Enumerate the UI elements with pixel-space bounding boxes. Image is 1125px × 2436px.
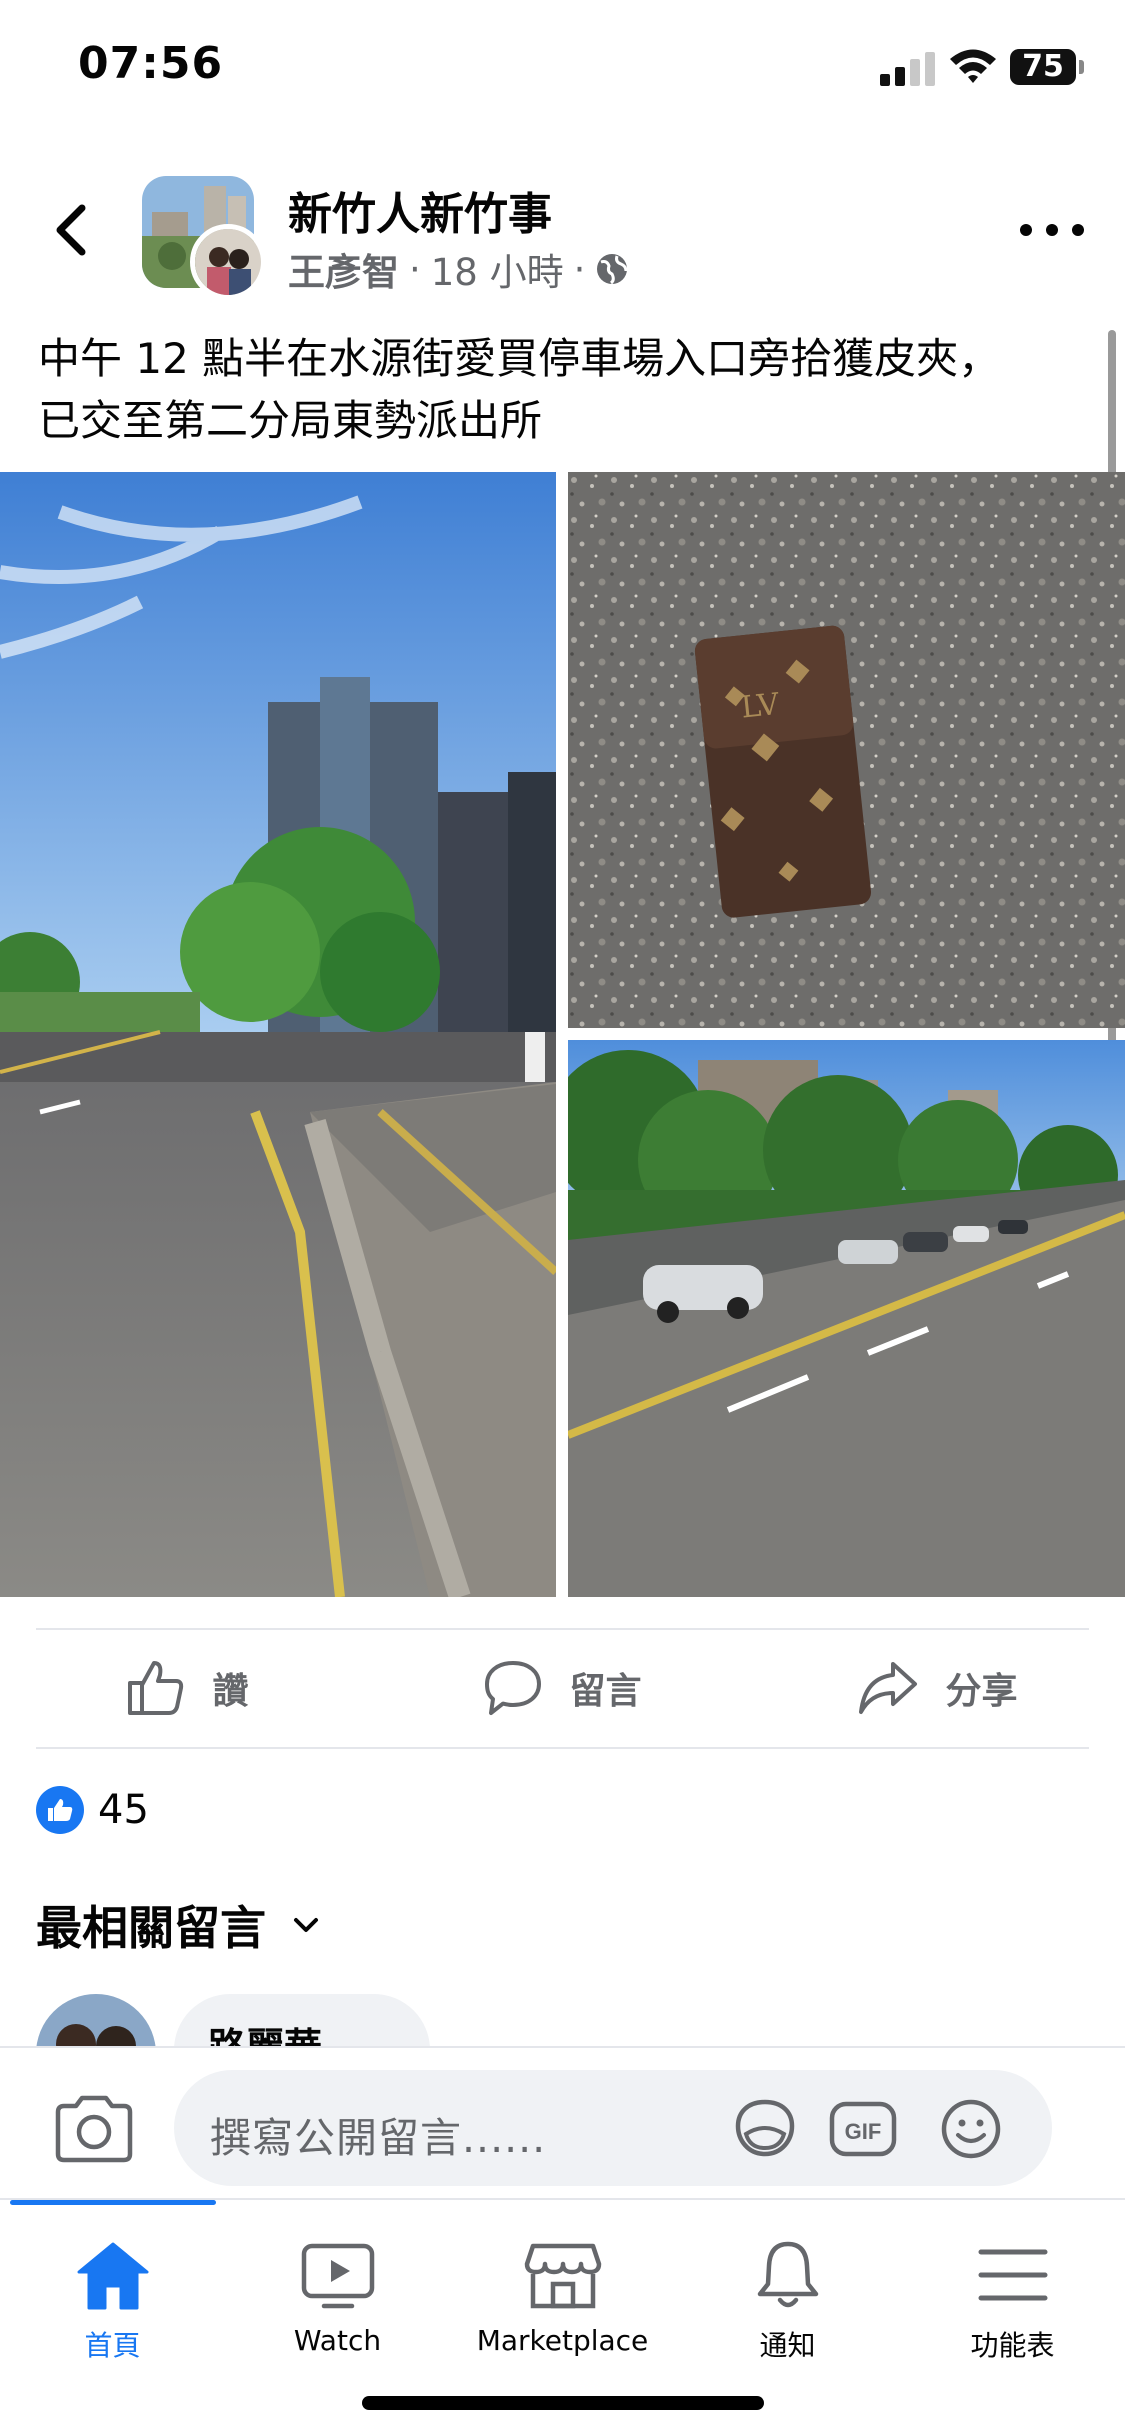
share-icon [859,1662,918,1714]
dot [1020,224,1032,236]
comment-input[interactable]: 撰寫公開留言...... GIF [174,2070,1052,2186]
divider [36,1628,1089,1630]
comment-composer: 撰寫公開留言...... GIF [0,2046,1125,2196]
share-button[interactable]: 分享 [750,1632,1125,1744]
marketplace-icon [524,2243,601,2309]
author-avatar[interactable] [190,224,266,300]
home-icon [77,2242,148,2310]
reaction-count: 45 [98,1787,149,1833]
thumbs-up-icon [128,1661,184,1715]
tab-label: 通知 [759,2329,816,2362]
post-photo-road[interactable] [568,1040,1125,1597]
group-name[interactable]: 新竹人新竹事 [288,178,552,242]
tab-marketplace[interactable]: Marketplace [450,2238,675,2388]
comment-item[interactable]: 路麗華 [36,1990,1096,2046]
camera-icon[interactable] [52,2092,136,2164]
comment-icon [485,1661,542,1715]
meta-separator: · [573,247,586,291]
dot [1072,224,1084,236]
comment-filter-dropdown[interactable]: 最相關留言 [36,1892,320,1958]
reaction-summary[interactable]: 45 [36,1786,149,1834]
comment-label: 留言 [569,1671,642,1712]
post-meta: 王彥智 · 18 小時 · [288,242,629,296]
active-tab-indicator [10,2200,216,2205]
chevron-left-icon [56,204,86,256]
like-button[interactable]: 讚 [0,1632,375,1744]
svg-text:LV: LV [739,687,782,726]
bell-icon [757,2241,818,2308]
comment-filter-label: 最相關留言 [36,1901,266,1955]
like-reaction-icon [36,1786,84,1834]
home-indicator[interactable] [362,2396,764,2410]
more-options-button[interactable] [1020,210,1084,250]
battery-indicator: 75 [1010,49,1084,85]
post-actions: 讚 留言 分享 [0,1632,1125,1744]
tab-watch[interactable]: Watch [225,2238,450,2388]
like-label: 讚 [212,1671,249,1712]
gif-icon[interactable]: GIF [828,2098,898,2160]
chevron-down-icon [294,1918,318,1932]
status-bar: 07:56 75 [0,0,1125,140]
emoji-icon[interactable] [936,2098,1006,2160]
post-text-line: 已交至第二分局東勢派出所 [38,396,543,445]
tab-label: 功能表 [970,2329,1055,2362]
post-avatars[interactable] [142,176,266,300]
commenter-avatar[interactable] [36,1994,156,2046]
tab-label: 首頁 [84,2329,141,2362]
post-text-line: 中午 12 點半在水源街愛買停車場入口旁拾獲皮夾， [38,334,1001,383]
video-icon [301,2243,374,2309]
post-text: 中午 12 點半在水源街愛買停車場入口旁拾獲皮夾， 已交至第二分局東勢派出所 [38,328,1078,452]
post-photo-wallet[interactable]: LV [568,472,1125,1028]
comment-button[interactable]: 留言 [375,1632,750,1744]
tab-notifications[interactable]: 通知 [675,2238,900,2388]
tab-label: Watch [293,2324,382,2357]
comment-input-placeholder: 撰寫公開留言...... [210,2114,547,2162]
dot [1046,224,1058,236]
post-photo-street[interactable] [0,472,556,1597]
status-time: 07:56 [78,38,224,89]
cellular-signal-icon [880,52,936,86]
share-label: 分享 [945,1671,1018,1712]
tab-label: Marketplace [476,2324,649,2357]
divider [36,1747,1089,1749]
tab-menu[interactable]: 功能表 [900,2238,1125,2388]
back-button[interactable] [40,190,100,270]
tab-home[interactable]: 首頁 [0,2238,225,2388]
meta-separator: · [409,247,421,291]
commenter-name[interactable]: 路麗華 [208,2016,322,2046]
globe-icon [597,254,628,285]
avatar-sticker-icon[interactable] [730,2098,800,2160]
post-time[interactable]: 18 小時 [431,242,564,296]
gif-label: GIF [845,2119,882,2144]
wifi-icon [950,49,996,83]
author-name[interactable]: 王彥智 [288,242,399,296]
menu-icon [978,2249,1047,2301]
